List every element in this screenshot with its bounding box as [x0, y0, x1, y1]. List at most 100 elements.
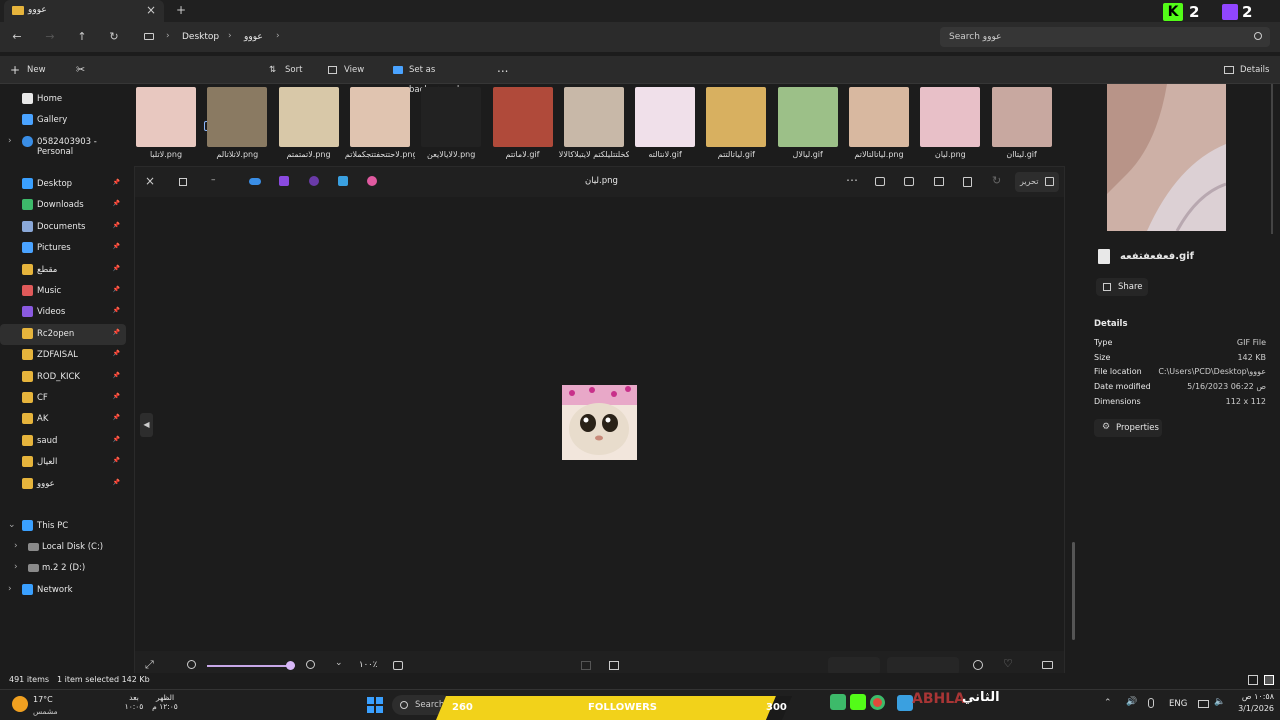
filmstrip-icon[interactable] [1042, 661, 1053, 669]
sidebar-item-pinned[interactable]: AK 📌 [0, 409, 126, 430]
view-button[interactable]: View [328, 60, 376, 80]
tab-current[interactable]: عووو × [4, 0, 164, 22]
sidebar-item-pinned[interactable]: Documents 📌 [0, 217, 126, 238]
sidebar-item-pinned[interactable]: saud 📌 [0, 431, 126, 452]
rotate-icon[interactable]: ↻ [992, 174, 1001, 187]
app-icon[interactable] [897, 695, 913, 711]
back-arrow-icon[interactable]: ← [7, 27, 27, 47]
search-input[interactable]: Search عووو [940, 27, 1270, 47]
sidebar-item-this-pc[interactable]: ⌄ This PC [0, 516, 126, 537]
previous-image-button[interactable]: ◀ [140, 413, 153, 437]
delete-icon[interactable] [963, 177, 972, 187]
onedrive-icon[interactable] [249, 178, 261, 185]
breadcrumb-desktop[interactable]: Desktop [182, 32, 219, 42]
properties-button[interactable]: ⚙ Properties [1094, 419, 1162, 437]
crop-icon[interactable] [609, 661, 619, 670]
file-thumbnail[interactable] [278, 87, 339, 147]
sidebar-item-pinned[interactable]: CF 📌 [0, 388, 126, 409]
file-name[interactable]: لاحتتحفتتجكملاتم.png [345, 150, 415, 159]
sidebar-item-pinned[interactable]: Downloads 📌 [0, 195, 126, 216]
file-thumbnail[interactable] [136, 87, 196, 147]
new-button[interactable]: + New [10, 60, 56, 80]
file-name[interactable]: لياتالتالاتم.png [844, 150, 914, 159]
refresh-icon[interactable]: ↻ [104, 27, 124, 47]
zoom-level[interactable]: ١٠٠٪ [359, 660, 377, 670]
new-tab-button[interactable]: + [176, 3, 186, 17]
weather-widget[interactable]: 17°C مشمس [12, 692, 72, 719]
file-thumbnail[interactable] [849, 87, 909, 147]
clock[interactable]: ١٠:٥٨ ص 3/1/2026 [1230, 692, 1274, 719]
sidebar-item-network[interactable]: › Network [0, 580, 126, 601]
sidebar-item-pinned[interactable]: العيال 📌 [0, 452, 126, 473]
sidebar-item-pinned[interactable]: Videos 📌 [0, 302, 126, 323]
more-options-icon[interactable]: ⋯ [846, 173, 858, 187]
details-scrollbar[interactable] [1271, 84, 1273, 234]
file-name[interactable]: لياتالتتم.gif [701, 150, 771, 159]
file-thumbnail[interactable] [421, 87, 482, 147]
start-button[interactable] [367, 697, 383, 713]
file-thumbnail[interactable] [777, 87, 838, 147]
file-name[interactable]: ليان.png [915, 150, 985, 159]
paint-icon[interactable] [338, 176, 348, 186]
app-icon[interactable] [309, 176, 319, 186]
sidebar-item-pinned[interactable]: عووو 📌 [0, 474, 126, 495]
app-icon[interactable] [850, 694, 866, 710]
file-name[interactable]: لالايالايعن.png [416, 150, 486, 159]
sidebar-item-drive-c[interactable]: › Local Disk (C:) [0, 537, 126, 558]
sidebar-item-pinned[interactable]: مقطع 📌 [0, 260, 126, 281]
zoom-slider-thumb[interactable] [286, 661, 296, 670]
file-name[interactable]: لاتلبا.png [131, 150, 201, 159]
app-icon[interactable] [830, 694, 846, 710]
file-name[interactable]: لاماتتم.gif [488, 150, 558, 159]
file-thumbnail[interactable] [207, 87, 268, 147]
chevron-down-icon[interactable]: ⌄ [335, 658, 343, 668]
file-name[interactable]: لاتمتمتم.png [274, 150, 344, 159]
close-icon[interactable]: × [145, 174, 155, 188]
sidebar-item-pinned[interactable]: Music 📌 [0, 281, 126, 302]
viewer-scrollbar[interactable] [1072, 542, 1075, 640]
sidebar-item-gallery[interactable]: Gallery [0, 110, 126, 131]
file-name[interactable]: ليتاان.gif [987, 150, 1057, 159]
up-arrow-icon[interactable]: ↑ [72, 27, 92, 47]
sidebar-item-pinned[interactable]: ROD_KICK 📌 [0, 367, 126, 388]
display-icon[interactable] [1198, 700, 1209, 708]
info-icon[interactable] [973, 660, 983, 670]
zoom-in-icon[interactable] [187, 660, 196, 669]
details-share-button[interactable]: Share [1096, 278, 1148, 296]
chrome-icon[interactable] [870, 695, 885, 710]
breadcrumb-folder[interactable]: عووو [244, 32, 263, 42]
zoom-out-icon[interactable] [306, 660, 315, 669]
tiles-view-icon[interactable] [1264, 675, 1274, 685]
file-thumbnail[interactable] [706, 87, 767, 147]
volume-icon[interactable]: 🔈 [1214, 697, 1225, 707]
cut-icon[interactable]: ✂ [76, 60, 85, 80]
file-name[interactable]: لانتالته.gif [630, 150, 700, 159]
file-thumbnail[interactable] [635, 87, 696, 147]
more-options-button[interactable]: ... [497, 58, 508, 78]
details-view-icon[interactable] [1248, 675, 1258, 685]
maximize-icon[interactable] [179, 178, 187, 186]
share-icon[interactable] [904, 177, 914, 186]
file-thumbnail[interactable] [920, 87, 981, 147]
copilot-icon[interactable] [367, 176, 377, 186]
file-thumbnail[interactable] [492, 87, 553, 147]
text-select-icon[interactable] [581, 661, 591, 670]
set-background-button[interactable]: Set as background [393, 60, 483, 95]
chevron-up-icon[interactable]: ⌃ [1104, 698, 1112, 708]
breadcrumb[interactable]: › Desktop › عووو › [136, 27, 932, 47]
minimize-icon[interactable]: – [211, 175, 216, 185]
speaker-icon[interactable]: 🔊 [1126, 697, 1137, 707]
print-icon[interactable] [934, 177, 944, 186]
sidebar-item-pinned[interactable]: ZDFAISAL 📌 [0, 345, 126, 366]
fit-icon[interactable] [393, 661, 403, 670]
heart-icon[interactable]: ♡ [1003, 657, 1013, 670]
zoom-slider[interactable] [207, 661, 296, 670]
close-tab-button[interactable]: × [146, 3, 156, 17]
sidebar-item-pinned[interactable]: Pictures 📌 [0, 238, 126, 259]
file-name[interactable]: ليالال.gif [773, 150, 843, 159]
expand-icon[interactable]: ⤢ [145, 658, 154, 672]
slideshow-icon[interactable] [875, 177, 885, 186]
microphone-icon[interactable] [1148, 698, 1154, 708]
sidebar-item-drive-d[interactable]: › m.2 2 (D:) [0, 558, 126, 579]
file-name[interactable]: لاملتلتتبلكخلتتليلكتم لايتبلاكالالا.png [559, 150, 629, 159]
